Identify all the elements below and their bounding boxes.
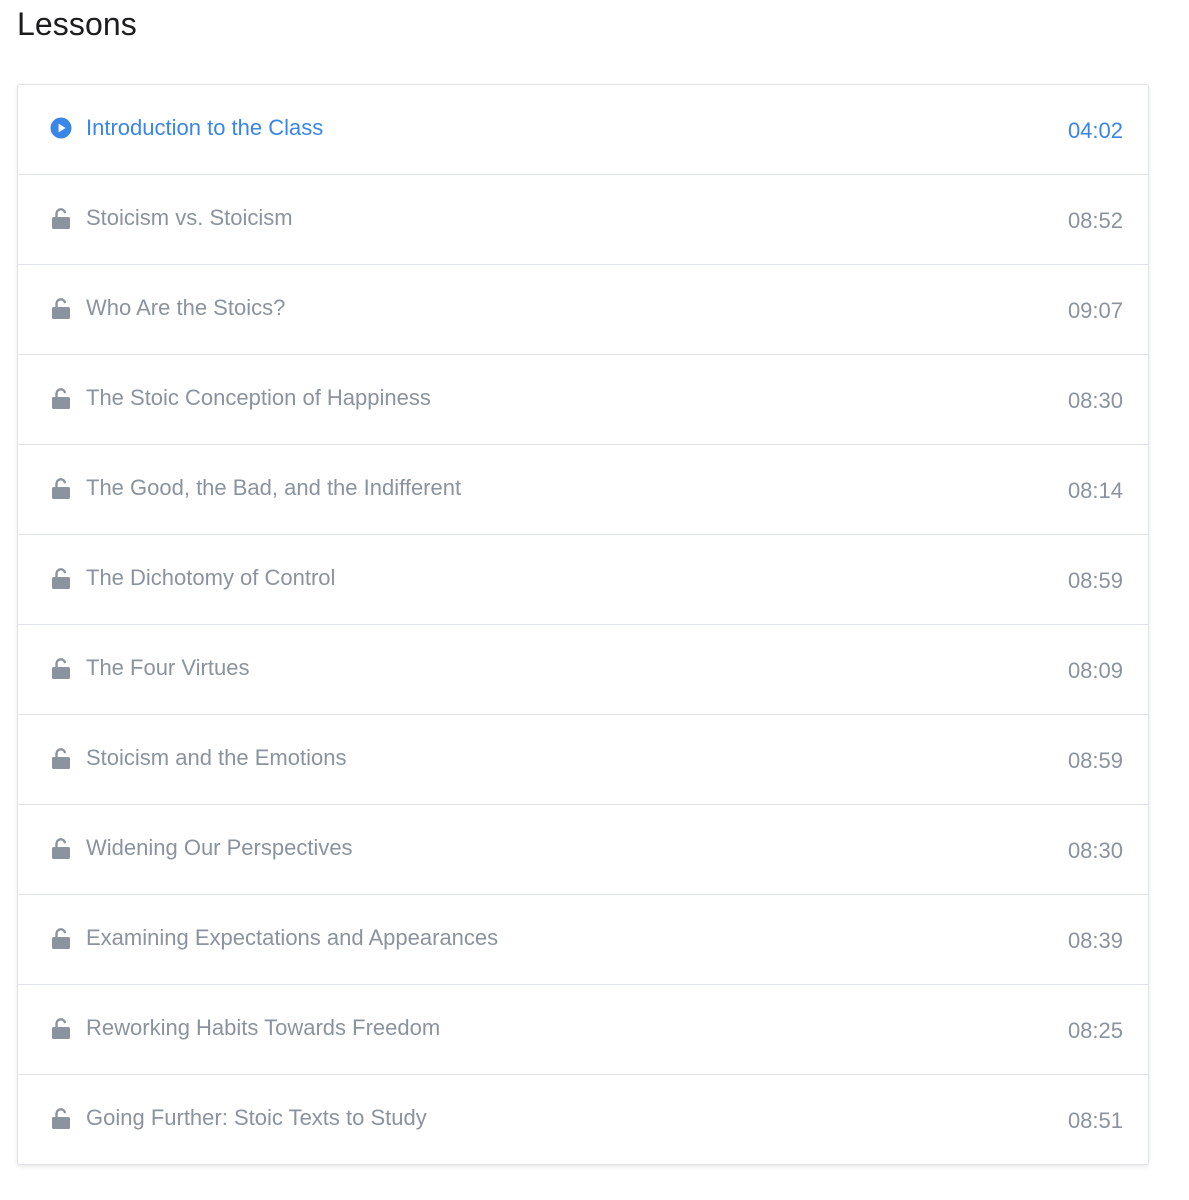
- lesson-row[interactable]: Stoicism vs. Stoicism 08:52: [18, 175, 1148, 265]
- lesson-row[interactable]: Widening Our Perspectives 08:30: [18, 805, 1148, 895]
- lesson-duration: 04:02: [1067, 118, 1123, 143]
- lock-icon: [50, 387, 72, 409]
- lesson-duration: 08:59: [1067, 748, 1123, 773]
- lesson-title: Examining Expectations and Appearances: [86, 925, 499, 950]
- lesson-row[interactable]: Introduction to the Class 04:02: [18, 85, 1148, 175]
- lesson-duration: 08:30: [1067, 388, 1123, 413]
- lock-icon: [50, 297, 72, 319]
- play-circle-icon: [50, 117, 72, 139]
- lock-icon: [50, 1017, 72, 1039]
- lesson-title: Going Further: Stoic Texts to Study: [86, 1105, 427, 1130]
- lock-icon: [50, 747, 72, 769]
- lesson-duration: 08:39: [1067, 928, 1123, 953]
- lock-icon: [50, 207, 72, 229]
- lesson-row[interactable]: Examining Expectations and Appearances 0…: [18, 895, 1148, 985]
- lesson-row[interactable]: The Four Virtues 08:09: [18, 625, 1148, 715]
- lesson-duration: 08:30: [1067, 838, 1123, 863]
- lock-icon: [50, 927, 72, 949]
- lesson-duration: 08:09: [1067, 658, 1123, 683]
- lesson-title: Reworking Habits Towards Freedom: [86, 1015, 441, 1040]
- lock-icon: [50, 657, 72, 679]
- lesson-row[interactable]: Going Further: Stoic Texts to Study 08:5…: [18, 1075, 1148, 1164]
- lesson-row[interactable]: The Good, the Bad, and the Indifferent 0…: [18, 445, 1148, 535]
- lock-icon: [50, 837, 72, 859]
- lesson-title: Stoicism and the Emotions: [86, 745, 347, 770]
- lock-icon: [50, 1107, 72, 1129]
- page-title: Lessons: [17, 6, 137, 42]
- lesson-row[interactable]: Who Are the Stoics? 09:07: [18, 265, 1148, 355]
- lesson-title: The Stoic Conception of Happiness: [86, 385, 431, 410]
- lesson-row[interactable]: The Dichotomy of Control 08:59: [18, 535, 1148, 625]
- lesson-row[interactable]: The Stoic Conception of Happiness 08:30: [18, 355, 1148, 445]
- lesson-title: The Dichotomy of Control: [86, 565, 336, 590]
- lesson-duration: 08:25: [1067, 1018, 1123, 1043]
- lock-icon: [50, 567, 72, 589]
- lesson-list: Introduction to the Class 04:02 Stoicism…: [17, 84, 1149, 1165]
- lesson-title: Introduction to the Class: [86, 115, 324, 140]
- lesson-duration: 08:51: [1067, 1108, 1123, 1133]
- lesson-title: Stoicism vs. Stoicism: [86, 205, 293, 230]
- lesson-row[interactable]: Stoicism and the Emotions 08:59: [18, 715, 1148, 805]
- lesson-duration: 09:07: [1067, 298, 1123, 323]
- lesson-title: Widening Our Perspectives: [86, 835, 353, 860]
- lesson-duration: 08:59: [1067, 568, 1123, 593]
- lesson-row[interactable]: Reworking Habits Towards Freedom 08:25: [18, 985, 1148, 1075]
- lesson-title: The Four Virtues: [86, 655, 250, 680]
- lock-icon: [50, 477, 72, 499]
- lesson-title: The Good, the Bad, and the Indifferent: [86, 475, 462, 500]
- lesson-duration: 08:52: [1067, 208, 1123, 233]
- lesson-duration: 08:14: [1067, 478, 1123, 503]
- lesson-title: Who Are the Stoics?: [86, 295, 286, 320]
